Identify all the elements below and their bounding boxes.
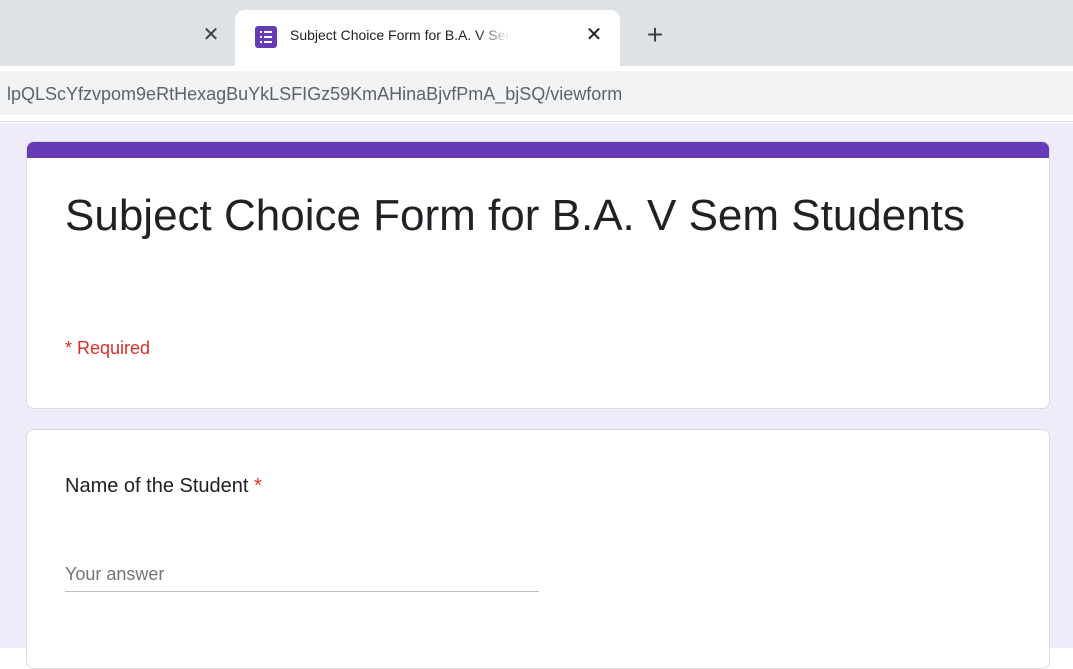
form-header-card: Subject Choice Form for B.A. V Sem Stude… <box>26 141 1050 409</box>
form-title: Subject Choice Form for B.A. V Sem Stude… <box>65 191 965 240</box>
form-accent-bar <box>27 142 1049 158</box>
google-forms-icon <box>255 26 277 48</box>
browser-tab-active[interactable]: Subject Choice Form for B.A. V Sem Stude… <box>235 10 620 66</box>
required-asterisk: * <box>254 475 262 497</box>
question-text: Name of the Student <box>65 475 249 497</box>
question-card: Name of the Student * <box>26 429 1050 669</box>
browser-tab-strip: ✕ Subject Choice Form for B.A. V Sem Stu… <box>0 0 1073 66</box>
browser-tab-previous[interactable]: ✕ <box>0 10 234 66</box>
tab-title: Subject Choice Form for B.A. V Sem Stude… <box>290 27 510 43</box>
browser-toolbar: lpQLScYfzvpom9eRtHexagBuYkLSFIGz59KmAHin… <box>0 66 1073 122</box>
close-icon[interactable]: ✕ <box>200 24 222 46</box>
close-icon[interactable]: ✕ <box>583 24 605 46</box>
form-page: Subject Choice Form for B.A. V Sem Stude… <box>0 123 1073 669</box>
question-label: Name of the Student * <box>65 475 262 498</box>
student-name-input[interactable] <box>65 558 539 592</box>
new-tab-button[interactable]: + <box>640 20 670 50</box>
address-bar[interactable]: lpQLScYfzvpom9eRtHexagBuYkLSFIGz59KmAHin… <box>0 71 1073 115</box>
address-bar-url[interactable]: lpQLScYfzvpom9eRtHexagBuYkLSFIGz59KmAHin… <box>7 84 622 105</box>
required-note: * Required <box>65 338 151 358</box>
